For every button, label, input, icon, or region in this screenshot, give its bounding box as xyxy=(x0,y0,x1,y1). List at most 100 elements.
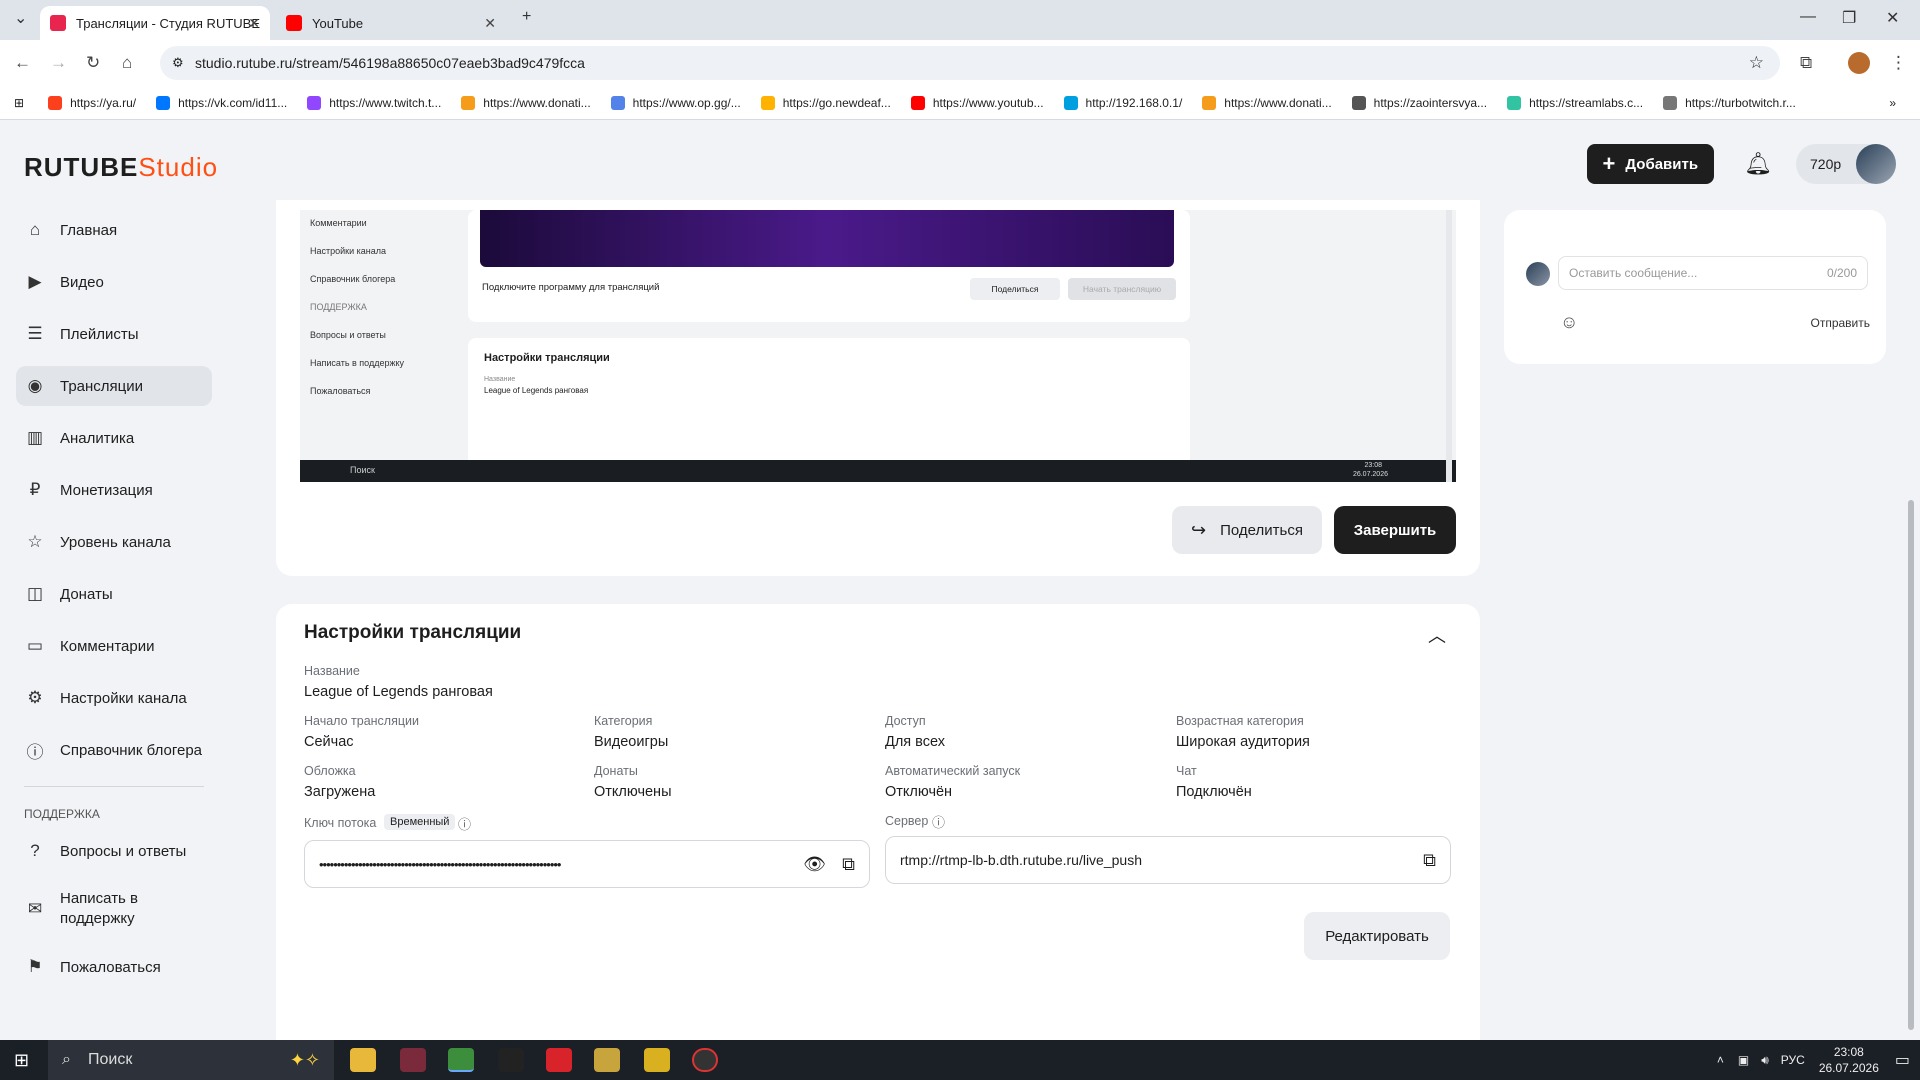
bookmark[interactable]: https://vk.com/id11... xyxy=(156,95,287,110)
menu-icon[interactable]: ⋮ xyxy=(1890,53,1907,73)
playlist-icon: ☰ xyxy=(27,324,43,343)
help-circle-icon[interactable]: ⓘ xyxy=(932,812,945,831)
sidebar-item-broadcasts[interactable]: ◉ Трансляции xyxy=(16,366,212,406)
restore-icon[interactable]: ❐ xyxy=(1842,8,1856,28)
help-circle-icon[interactable]: ⓘ xyxy=(458,814,471,833)
more-bookmarks-icon[interactable]: » xyxy=(1889,96,1896,110)
reload-icon[interactable]: ↻ xyxy=(86,53,100,73)
sidebar-item-comments[interactable]: ▭ Комментарии xyxy=(16,626,212,666)
obs-like-icon[interactable] xyxy=(498,1048,524,1072)
emoji-icon[interactable]: ☺ xyxy=(1560,312,1578,333)
network-icon[interactable]: ▣ xyxy=(1738,1053,1749,1067)
share-button[interactable]: ↪ Поделиться xyxy=(1172,506,1322,554)
bookmark[interactable]: https://www.twitch.t... xyxy=(307,95,441,110)
sidebar-item-video[interactable]: ▶ Видео xyxy=(16,262,212,302)
bookmark-label: https://www.youtub... xyxy=(932,95,1044,110)
field-label: Возрастная категория xyxy=(1176,714,1304,728)
collapse-icon[interactable]: ︿ xyxy=(1428,622,1446,648)
url-field[interactable]: ⚙ studio.rutube.ru/stream/546198a88650c0… xyxy=(160,46,1780,80)
sidebar-item-channel-level[interactable]: ☆ Уровень канала xyxy=(16,522,212,562)
sidebar-item-report[interactable]: ⚑ Пожаловаться xyxy=(16,947,212,987)
clock-time: 23:08 xyxy=(1833,1045,1864,1059)
tray-arrow-icon[interactable]: ˄ xyxy=(1717,1053,1724,1067)
bookmark-icon xyxy=(610,95,625,110)
sidebar-item-donates[interactable]: ◫ Донаты xyxy=(16,574,212,614)
bookmark[interactable]: https://zaointersvya... xyxy=(1351,95,1488,110)
bookmark-label: https://go.newdeaf... xyxy=(782,95,891,110)
preview-scrollbar[interactable] xyxy=(1446,210,1452,482)
sidebar-item-channel-settings[interactable]: ⚙ Настройки канала xyxy=(16,678,212,718)
site-info-icon[interactable]: ⚙ xyxy=(172,55,184,71)
back-icon[interactable]: ← xyxy=(14,53,31,73)
minimize-icon[interactable]: — xyxy=(1800,8,1816,26)
app-icon[interactable] xyxy=(546,1048,572,1072)
sidebar-item-playlists[interactable]: ☰ Плейлисты xyxy=(16,314,212,354)
profile-menu[interactable]: 720p xyxy=(1796,144,1896,184)
bookmark-label: https://www.donati... xyxy=(1224,95,1332,110)
bookmark[interactable]: https://go.newdeaf... xyxy=(760,95,891,110)
sidebar-item-faq[interactable]: ? Вопросы и ответы xyxy=(16,831,212,871)
explorer-icon[interactable] xyxy=(350,1048,376,1072)
new-tab-icon[interactable]: + xyxy=(522,8,531,26)
bookmark[interactable]: https://ya.ru/ xyxy=(48,95,136,110)
copy-icon[interactable]: ⧉ xyxy=(1423,850,1436,871)
game-app-icon[interactable] xyxy=(400,1048,426,1072)
tab-search-icon[interactable]: ⌄ xyxy=(14,8,27,28)
bookmark[interactable]: https://www.donati... xyxy=(1202,95,1332,110)
preview-text: 26.07.2026 xyxy=(1352,471,1388,478)
copy-icon[interactable]: ⧉ xyxy=(842,854,855,875)
taskbar-search[interactable]: ⌕ Поиск ✦✧ xyxy=(48,1040,334,1080)
sidebar-item-label: Донаты xyxy=(60,585,113,603)
field-label: Донаты xyxy=(594,764,638,778)
close-window-icon[interactable]: ✕ xyxy=(1886,8,1899,28)
bookmark[interactable]: https://www.donati... xyxy=(461,95,591,110)
bookmark[interactable]: https://www.youtub... xyxy=(910,95,1044,110)
windows-start-icon[interactable]: ⊞ xyxy=(14,1050,29,1071)
scrollbar-thumb[interactable] xyxy=(1908,500,1914,1030)
chrome-icon[interactable] xyxy=(448,1048,474,1072)
rutube-studio-logo[interactable]: RUTUBEStudio xyxy=(24,152,218,183)
edit-button[interactable]: Редактировать xyxy=(1304,912,1450,960)
bookmark-icon xyxy=(1351,95,1366,110)
sidebar-item-contact-support[interactable]: ✉ Написать в поддержку xyxy=(16,883,212,935)
close-tab-icon[interactable]: ✕ xyxy=(484,15,496,32)
bookmark[interactable]: https://www.op.gg/... xyxy=(610,95,741,110)
donate-icon: ◫ xyxy=(26,584,44,603)
app-icon[interactable] xyxy=(644,1048,670,1072)
add-button[interactable]: + Добавить xyxy=(1586,144,1715,184)
stream-key-field[interactable]: ••••••••••••••••••••••••••••••••••••••••… xyxy=(304,840,870,888)
chat-input[interactable]: Оставить сообщение... 0/200 xyxy=(1558,256,1868,290)
bookmark[interactable]: http://192.168.0.1/ xyxy=(1063,95,1182,110)
home-browser-icon[interactable]: ⌂ xyxy=(122,53,132,73)
profile-avatar[interactable] xyxy=(1848,52,1870,74)
extensions-icon[interactable]: ⧉ xyxy=(1800,53,1812,73)
tab-youtube[interactable]: YouTube ✕ xyxy=(276,6,506,40)
search-icon: ⌕ xyxy=(62,1051,71,1068)
sidebar-item-blogger-guide[interactable]: ⓘ Справочник блогера xyxy=(16,730,212,770)
eye-icon[interactable]: 👁︎ xyxy=(803,854,826,875)
bookmark-star-icon[interactable]: ☆ xyxy=(1749,53,1764,73)
bell-icon[interactable]: 🔔︎ xyxy=(1744,151,1772,177)
clock[interactable]: 23:08 26.07.2026 xyxy=(1819,1044,1879,1076)
language-indicator[interactable]: РУС xyxy=(1781,1053,1805,1067)
avatar[interactable] xyxy=(1856,144,1896,184)
forward-icon[interactable]: → xyxy=(50,53,67,73)
bookmark[interactable]: https://turbotwitch.r... xyxy=(1663,95,1796,110)
sidebar-item-analytics[interactable]: ▥ Аналитика xyxy=(16,418,212,458)
tab-rutube[interactable]: Трансляции - Студия RUTUBE ✕ xyxy=(40,6,270,40)
notifications-icon[interactable]: ▭ xyxy=(1895,1050,1910,1070)
apps-grid-icon[interactable]: ⊞ xyxy=(14,96,24,110)
bookmark[interactable]: https://streamlabs.c... xyxy=(1507,95,1643,110)
app-icon[interactable] xyxy=(692,1048,718,1072)
server-field[interactable]: rtmp://rtmp-lb-b.dth.rutube.ru/live_push… xyxy=(885,836,1451,884)
sidebar-item-monetization[interactable]: ₽ Монетизация xyxy=(16,470,212,510)
bookmark-label: https://zaointersvya... xyxy=(1373,95,1488,110)
finish-button[interactable]: Завершить xyxy=(1334,506,1456,554)
send-button[interactable]: Отправить xyxy=(1810,316,1870,330)
close-tab-icon[interactable]: ✕ xyxy=(248,15,260,32)
sidebar-item-home[interactable]: ⌂ Главная xyxy=(16,210,212,250)
bookmark-icon xyxy=(48,95,63,110)
page-scrollbar[interactable] xyxy=(1908,120,1916,1040)
league-icon[interactable] xyxy=(594,1048,620,1072)
volume-icon[interactable]: 🔊︎ xyxy=(1761,1053,1769,1068)
